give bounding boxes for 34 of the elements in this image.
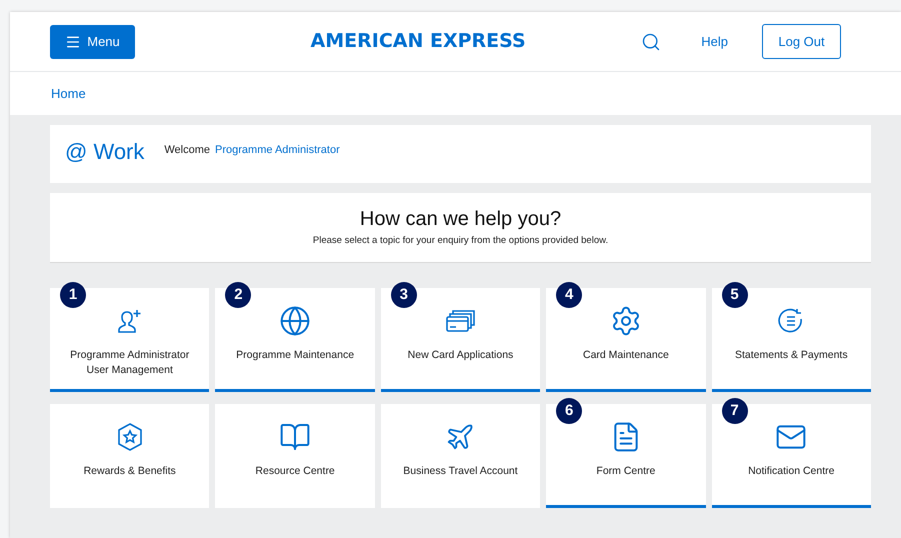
help-link[interactable]: Help — [701, 32, 728, 52]
tile-label: Form Centre — [595, 464, 656, 479]
tile-label: Programme Maintenance — [235, 348, 356, 363]
topic-tile[interactable]: Rewards & Benefits — [50, 404, 210, 508]
tile-label: Business Travel Account — [402, 464, 519, 479]
tile-label: Resource Centre — [254, 464, 336, 479]
search-icon[interactable] — [641, 32, 662, 52]
tile-label: New Card Applications — [406, 348, 514, 363]
star-badge-icon — [116, 422, 144, 452]
tile-label: Programme Administrator User Management — [69, 348, 190, 378]
help-title: How can we help you? — [360, 207, 562, 231]
menu-button[interactable]: Menu — [50, 24, 135, 58]
airplane-icon — [445, 422, 476, 452]
brand-title: @ Work — [65, 138, 144, 166]
number-badge: 1 — [60, 282, 86, 308]
menu-icon — [65, 34, 82, 50]
user-link[interactable]: Programme Administrator — [215, 142, 340, 158]
tile-label: Card Maintenance — [582, 348, 670, 363]
tile-label: Statements & Payments — [734, 348, 849, 363]
tile-label: Notification Centre — [747, 464, 836, 479]
cards-icon — [445, 308, 476, 334]
topic-tile[interactable]: Resource Centre — [215, 404, 375, 508]
globe-icon — [279, 305, 312, 337]
number-badge: 4 — [556, 282, 582, 308]
number-badge: 2 — [225, 282, 252, 308]
help-subtitle: Please select a topic for your enquiry from the options provided below. — [312, 234, 608, 248]
logout-button[interactable]: Log Out — [762, 24, 841, 59]
number-badge: 6 — [556, 398, 582, 424]
topic-tile[interactable]: Business Travel Account — [380, 404, 540, 508]
book-icon — [279, 421, 312, 453]
welcome-text: Welcome — [164, 143, 210, 158]
logo: AMERICAN EXPRESS — [310, 29, 526, 54]
breadcrumb-link[interactable]: Home — [51, 84, 86, 104]
tile-label: Rewards & Benefits — [82, 464, 177, 479]
